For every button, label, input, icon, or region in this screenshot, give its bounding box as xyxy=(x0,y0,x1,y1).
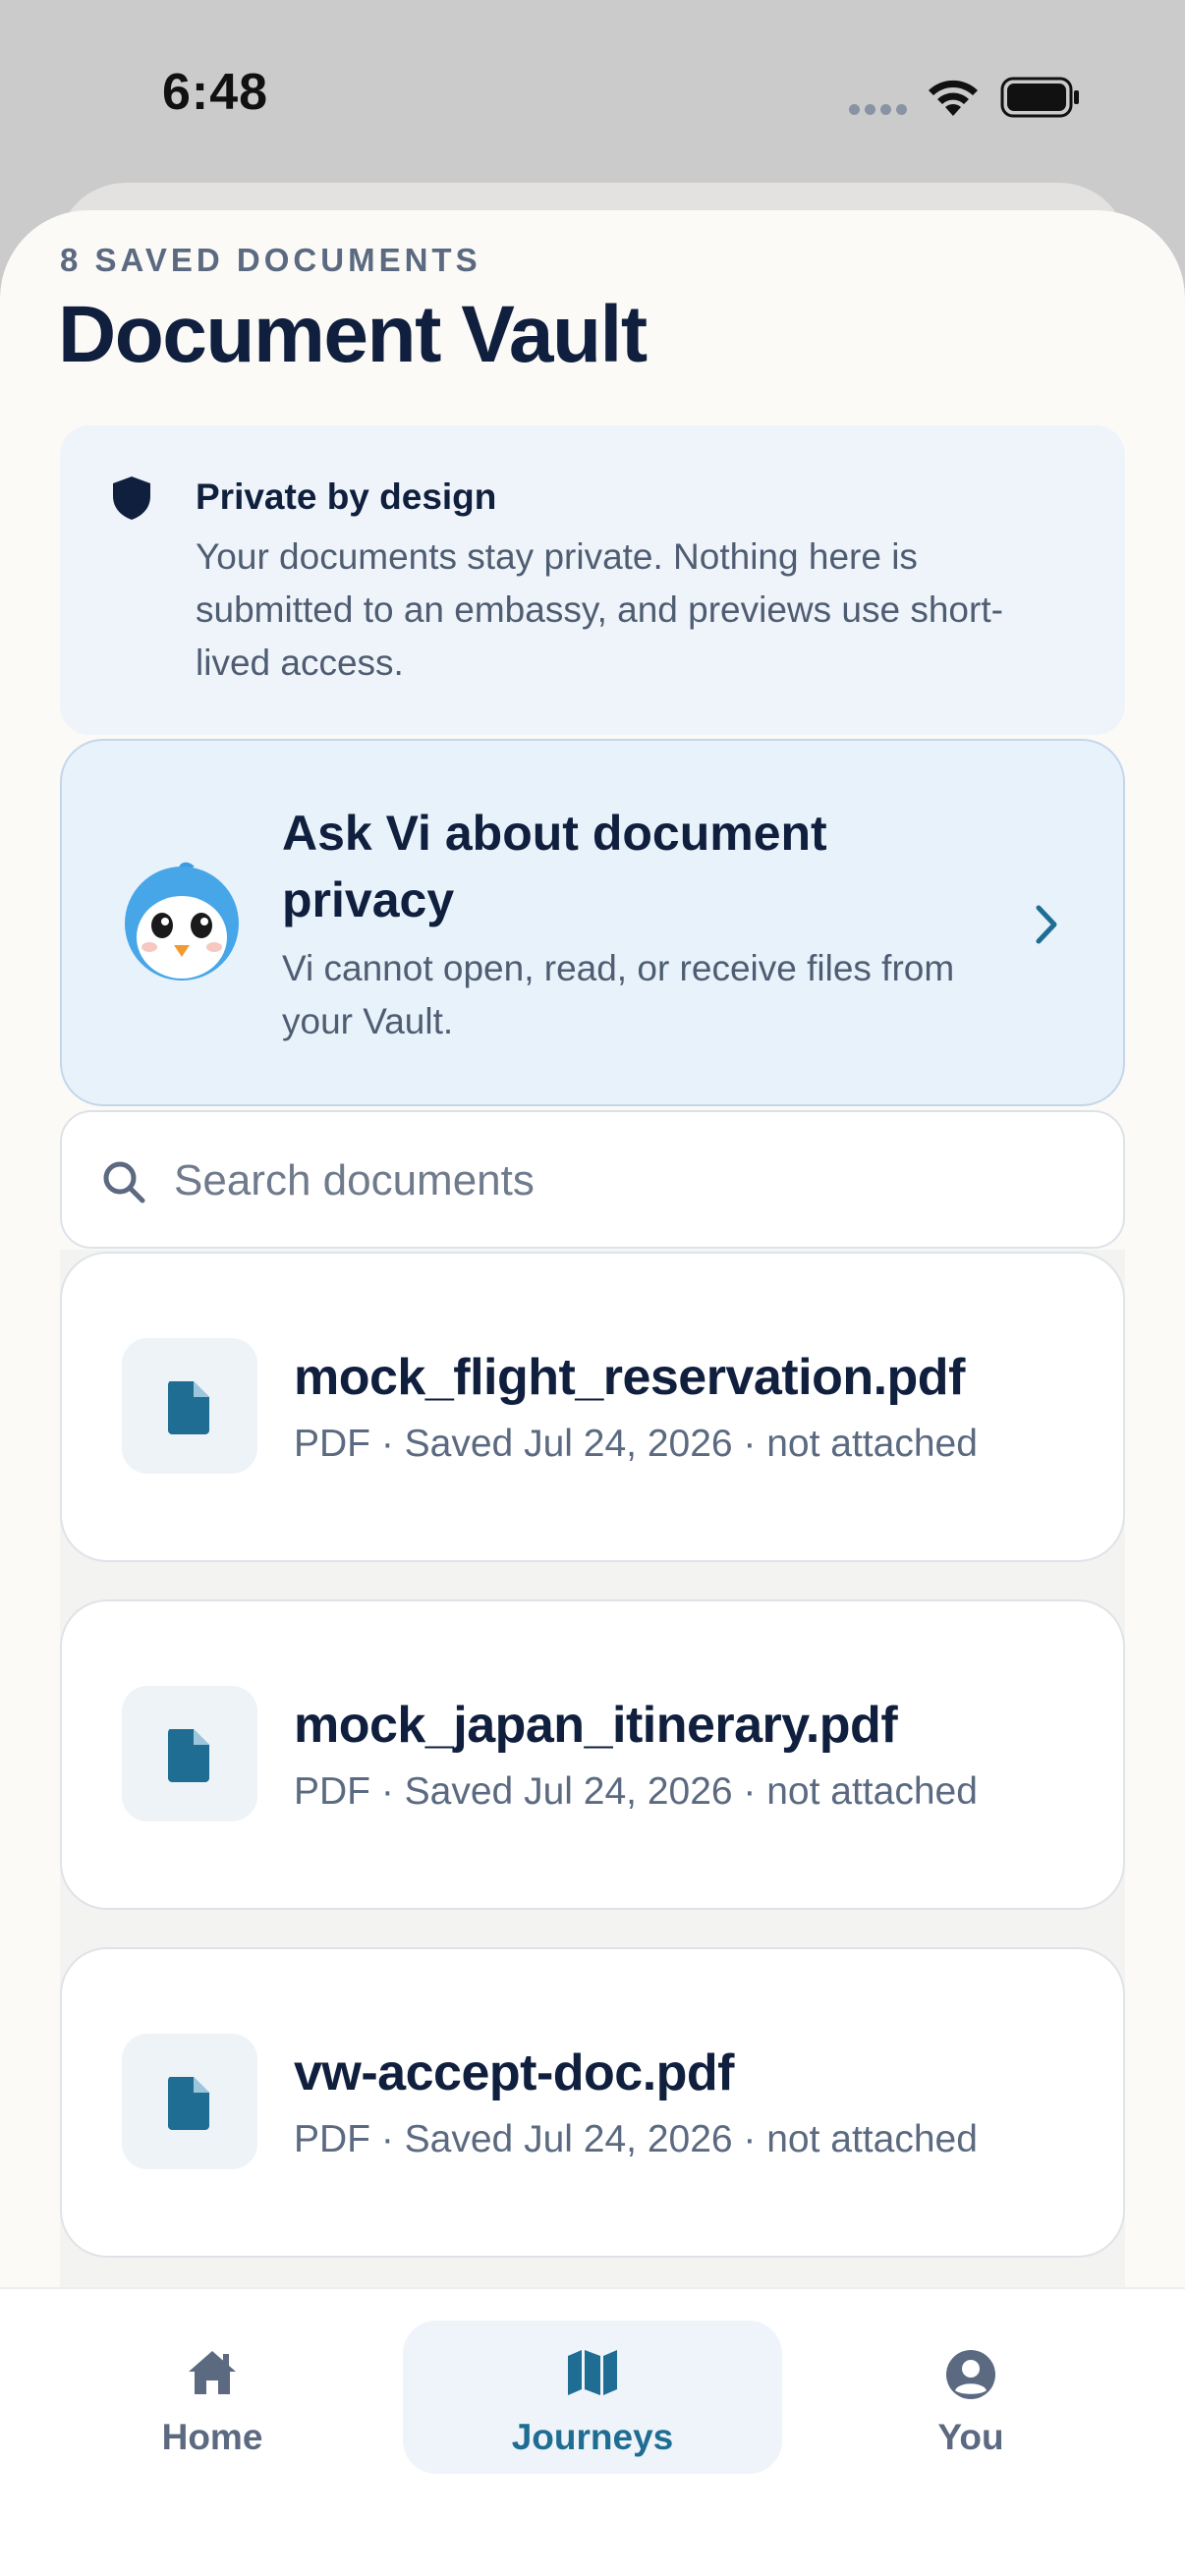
document-icon-tile xyxy=(122,2034,257,2169)
search-box[interactable] xyxy=(60,1110,1125,1249)
status-time: 6:48 xyxy=(162,64,269,121)
document-icon-tile xyxy=(122,1686,257,1821)
document-meta: PDF · Saved Jul 24, 2026 · not attached xyxy=(294,2118,978,2160)
document-name: mock_flight_reservation.pdf xyxy=(294,1349,965,1406)
wifi-icon xyxy=(929,80,978,116)
profile-icon xyxy=(946,2350,995,2399)
ask-vi-title: Ask Vi about document privacy xyxy=(282,806,827,927)
tab-you[interactable]: You xyxy=(857,2321,1085,2474)
file-icon xyxy=(168,1729,209,1782)
tab-you-label: You xyxy=(937,2417,1004,2457)
privacy-title: Private by design xyxy=(196,476,497,517)
document-name: vw-accept-doc.pdf xyxy=(294,2044,735,2101)
privacy-text: Your documents stay private. Nothing her… xyxy=(196,536,1003,683)
tab-journeys[interactable]: Journeys xyxy=(403,2321,782,2474)
document-icon-tile xyxy=(122,1338,257,1474)
search-icon xyxy=(103,1161,145,1204)
battery-icon xyxy=(1000,77,1079,118)
file-icon xyxy=(168,2077,209,2130)
document-name: mock_japan_itinerary.pdf xyxy=(294,1697,898,1754)
document-card[interactable]: mock_flight_reservation.pdf PDF · Saved … xyxy=(60,1252,1125,1562)
saved-count-label: 8 SAVED DOCUMENTS xyxy=(60,242,481,278)
bird-avatar xyxy=(125,862,239,980)
tab-home-label: Home xyxy=(161,2417,263,2457)
shield-icon xyxy=(113,476,150,520)
map-icon xyxy=(568,2350,617,2395)
document-meta: PDF · Saved Jul 24, 2026 · not attached xyxy=(294,1770,978,1813)
tab-journeys-label: Journeys xyxy=(511,2417,674,2457)
document-card[interactable]: mock_japan_itinerary.pdf PDF · Saved Jul… xyxy=(60,1599,1125,1910)
chevron-right-icon xyxy=(1036,905,1057,944)
tab-bar: Home Journeys You xyxy=(0,2287,1185,2576)
file-icon xyxy=(168,1381,209,1434)
search-input[interactable] xyxy=(172,1142,1056,1220)
document-meta: PDF · Saved Jul 24, 2026 · not attached xyxy=(294,1423,978,1465)
home-icon xyxy=(189,2351,236,2394)
ask-vi-text: Vi cannot open, read, or receive files f… xyxy=(282,948,955,1041)
ask-vi-card[interactable]: Ask Vi about document privacy Vi cannot … xyxy=(60,739,1125,1106)
page-title: Document Vault xyxy=(58,290,648,379)
document-card[interactable]: vw-accept-doc.pdf PDF · Saved Jul 24, 20… xyxy=(60,1947,1125,2258)
tab-home[interactable]: Home xyxy=(98,2321,326,2474)
cellular-icon xyxy=(849,102,912,120)
privacy-notice: Private by design Your documents stay pr… xyxy=(60,425,1125,735)
status-bar: 6:48 xyxy=(0,0,1185,187)
